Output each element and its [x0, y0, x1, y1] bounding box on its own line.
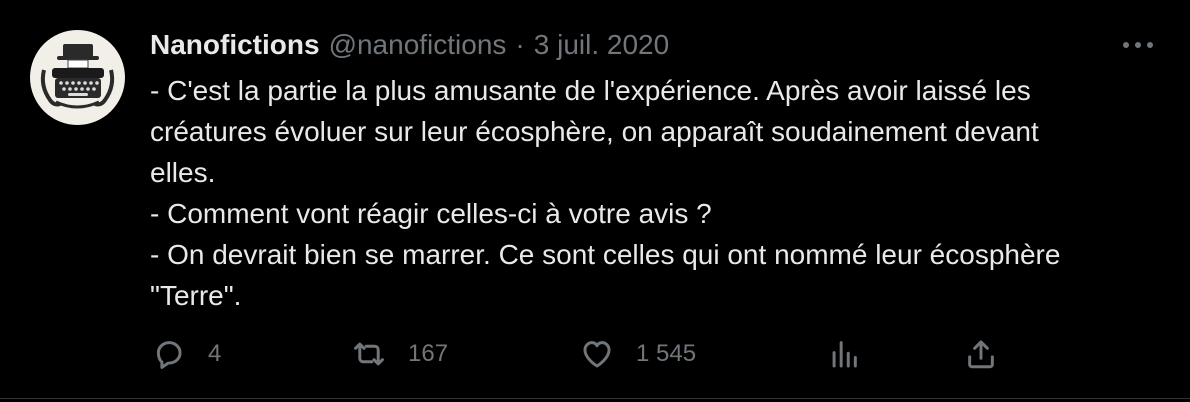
tweet-text-line: - Comment vont réagir celles-ci à votre …	[150, 198, 712, 229]
more-options-button[interactable]	[1118, 30, 1158, 60]
tweet-text-line: elles.	[150, 157, 216, 188]
tweet-actions: 4 167 1 545	[0, 332, 1190, 376]
tweet-text-line: créatures évoluer sur leur écosphère, on…	[150, 116, 1039, 147]
tweet-text-line: "Terre".	[150, 280, 242, 311]
heart-icon	[583, 341, 611, 368]
reply-button[interactable]: 4	[152, 332, 221, 376]
share-button[interactable]	[964, 332, 998, 376]
more-dots-icon	[1123, 42, 1153, 48]
tweet: Nanofictions @nanofictions · 3 juil. 202…	[0, 0, 1190, 402]
like-count: 1 545	[636, 340, 697, 367]
share-icon	[968, 340, 994, 369]
tweet-text-line: - C'est la partie la plus amusante de l'…	[150, 75, 1031, 106]
retweet-button[interactable]: 167	[352, 332, 448, 376]
author-avatar[interactable]	[30, 30, 125, 125]
header-separator: ·	[515, 29, 525, 60]
retweet-icon	[354, 342, 384, 366]
divider	[0, 398, 1190, 399]
retweet-count: 167	[408, 340, 449, 367]
author-handle[interactable]: @nanofictions	[329, 29, 507, 61]
tweet-text-line: - On devrait bien se marrer. Ce sont cel…	[150, 239, 1061, 270]
analytics-icon	[832, 341, 857, 368]
author-display-name[interactable]: Nanofictions	[150, 29, 320, 61]
reply-icon	[156, 341, 182, 369]
tweet-text: - C'est la partie la plus amusante de l'…	[150, 70, 1160, 316]
like-button[interactable]: 1 545	[580, 332, 696, 376]
reply-count: 4	[208, 340, 222, 367]
tweet-timestamp[interactable]: 3 juil. 2020	[534, 29, 669, 61]
analytics-button[interactable]	[827, 332, 861, 376]
tweet-header: Nanofictions @nanofictions · 3 juil. 202…	[150, 26, 669, 64]
typewriter-avatar-icon	[40, 44, 115, 109]
